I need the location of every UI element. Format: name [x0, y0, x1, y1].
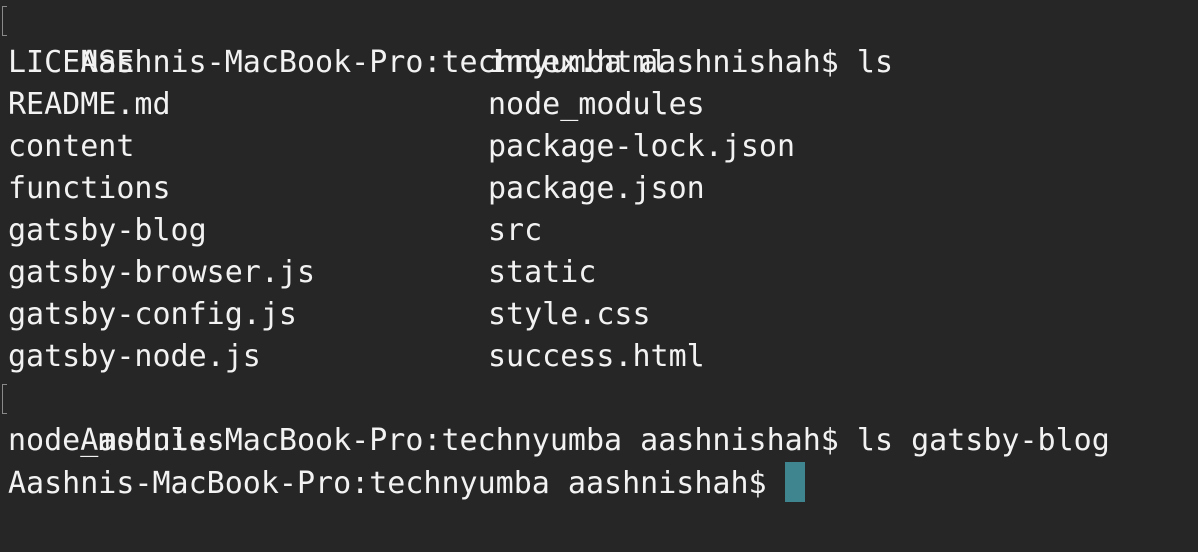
text-cursor[interactable]: [784, 462, 805, 502]
command-line-ls: Aashnis-MacBook-Pro:technyumba aashnisha…: [2, 0, 1198, 80]
file-name: functions: [8, 171, 171, 206]
command-line-ls-gatsby-blog: Aashnis-MacBook-Pro:technyumba aashnisha…: [2, 378, 1198, 458]
file-name: package.json: [488, 171, 705, 206]
listing-row: gatsby-browser.js static: [8, 252, 1198, 294]
line-marker: [2, 384, 7, 414]
file-name: node_modules: [8, 423, 225, 458]
file-name: gatsby-blog: [8, 213, 207, 248]
file-name: LICENSE: [8, 45, 135, 80]
file-name: README.md: [8, 87, 171, 122]
file-name: content: [8, 129, 135, 164]
file-name: static: [488, 255, 597, 290]
file-name: gatsby-browser.js: [8, 255, 316, 290]
file-name: style.css: [488, 297, 651, 332]
file-name: success.html: [488, 339, 705, 374]
output-line: node_modules: [8, 420, 1198, 462]
file-name: gatsby-config.js: [8, 297, 297, 332]
listing-row: gatsby-blog src: [8, 210, 1198, 252]
file-name: src: [488, 213, 543, 248]
file-name: gatsby-node.js: [8, 339, 261, 374]
file-name: index.html: [488, 45, 669, 80]
prompt: Aashnis-MacBook-Pro:technyumba aashnisha…: [8, 466, 767, 501]
listing-row: gatsby-node.js success.html: [8, 336, 1198, 378]
listing-row: README.md node_modules: [8, 84, 1198, 126]
listing-row: gatsby-config.js style.css: [8, 294, 1198, 336]
listing-row: content package-lock.json: [8, 126, 1198, 168]
file-name: package-lock.json: [488, 129, 796, 164]
listing-row: functions package.json: [8, 168, 1198, 210]
file-name: node_modules: [488, 87, 705, 122]
terminal-window[interactable]: Aashnis-MacBook-Pro:technyumba aashnisha…: [0, 0, 1198, 552]
listing-row: LICENSE index.html: [8, 42, 1198, 84]
line-marker: [2, 6, 7, 36]
active-prompt-line[interactable]: Aashnis-MacBook-Pro:technyumba aashnisha…: [8, 462, 1198, 504]
